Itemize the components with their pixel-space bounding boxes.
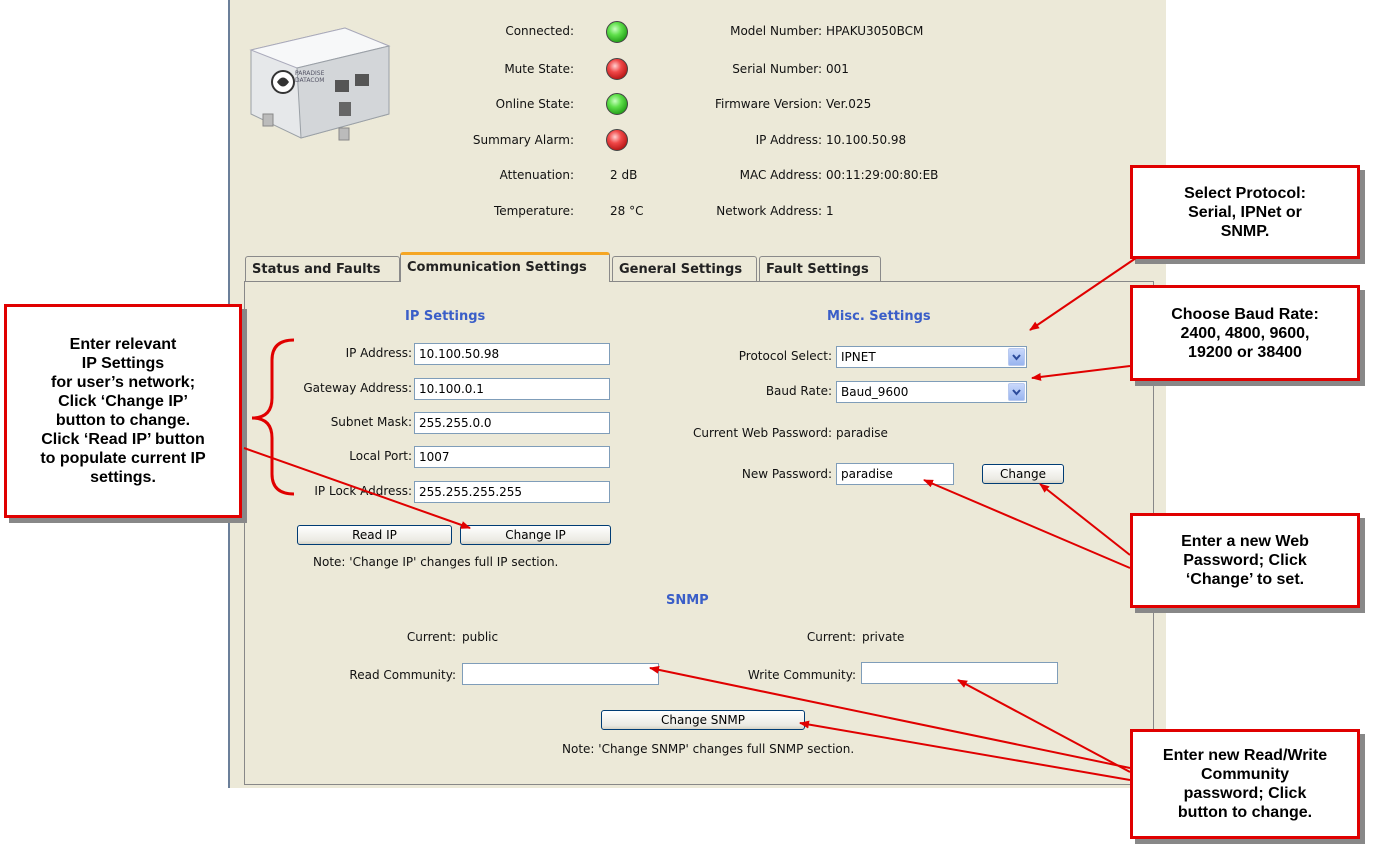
callout-baud-line: 19200 or 38400 xyxy=(1188,343,1302,361)
baud-rate-value: Baud_9600 xyxy=(841,385,909,399)
callout-ip-line: Click ‘Change IP’ xyxy=(58,393,188,410)
mute-state-led-icon xyxy=(606,58,628,80)
summary-alarm-label: Summary Alarm: xyxy=(472,133,574,147)
gateway-address-label: Gateway Address: xyxy=(303,381,412,395)
callout-baud-line: 2400, 4800, 9600, xyxy=(1180,324,1310,342)
attenuation-label: Attenuation: xyxy=(499,168,574,182)
callout-protocol-line: SNMP. xyxy=(1220,222,1270,240)
protocol-select-value: IPNET xyxy=(841,350,876,364)
mac-address-value: 00:11:29:00:80:EB xyxy=(826,168,939,182)
callout-ip-line: Click ‘Read IP’ button xyxy=(41,431,205,448)
serial-number-label: Serial Number: xyxy=(732,62,822,76)
baud-rate-label: Baud Rate: xyxy=(765,384,832,398)
subnet-mask-label: Subnet Mask: xyxy=(330,415,412,429)
read-ip-button[interactable]: Read IP xyxy=(297,525,452,545)
misc-settings-title: Misc. Settings xyxy=(827,309,931,324)
tab-communication-settings[interactable]: Communication Settings xyxy=(400,252,610,282)
write-community-input[interactable] xyxy=(861,662,1058,684)
temperature-label: Temperature: xyxy=(493,204,574,218)
callout-protocol: Select Protocol: Serial, IPNet or SNMP. xyxy=(1130,165,1360,259)
snmp-title: SNMP xyxy=(666,593,709,608)
change-ip-button[interactable]: Change IP xyxy=(460,525,611,545)
local-port-label: Local Port: xyxy=(349,449,412,463)
subnet-mask-input[interactable]: 255.255.0.0 xyxy=(414,412,610,434)
write-current-label: Current: xyxy=(806,630,856,644)
callout-password-line: ‘Change’ to set. xyxy=(1185,571,1305,588)
ip-lock-address-input[interactable]: 255.255.255.255 xyxy=(414,481,610,503)
device-image: PARADISE DATACOM xyxy=(243,10,403,150)
callout-snmp-line: password; Click xyxy=(1183,785,1307,802)
connected-label: Connected: xyxy=(505,24,574,38)
change-password-button[interactable]: Change xyxy=(982,464,1064,484)
device-logo-text: PARADISE DATACOM xyxy=(295,70,325,84)
ip-address-info-value: 10.100.50.98 xyxy=(826,133,907,147)
local-port-input[interactable]: 1007 xyxy=(414,446,610,468)
summary-alarm-led-icon xyxy=(606,129,628,151)
callout-ip-line: IP Settings xyxy=(81,355,165,372)
callout-password-line: Enter a new Web xyxy=(1181,533,1309,550)
callout-ip-line: to populate current IP xyxy=(40,450,206,467)
callout-ip-line: button to change. xyxy=(55,412,191,429)
ip-address-info-label: IP Address: xyxy=(755,133,822,147)
network-address-label: Network Address: xyxy=(716,204,822,218)
callout-snmp-line: Enter new Read/Write xyxy=(1162,747,1328,764)
write-community-label: Write Community: xyxy=(747,668,856,682)
new-password-label: New Password: xyxy=(741,467,832,481)
write-current-value: private xyxy=(862,630,905,644)
callout-baud-rate: Choose Baud Rate: 2400, 4800, 9600, 1920… xyxy=(1130,285,1360,381)
callout-baud-line: Choose Baud Rate: xyxy=(1171,305,1319,323)
model-number-value: HPAKU3050BCM xyxy=(826,24,924,38)
read-current-label: Current: xyxy=(406,630,456,644)
firmware-version-value: Ver.025 xyxy=(826,97,872,111)
chevron-down-icon[interactable] xyxy=(1008,383,1025,401)
chevron-down-icon[interactable] xyxy=(1008,348,1025,366)
callout-ip-line: settings. xyxy=(90,469,156,486)
tab-general-settings[interactable]: General Settings xyxy=(612,256,757,282)
callout-ip-line: Enter relevant xyxy=(69,336,177,353)
callout-password-line: Password; Click xyxy=(1183,552,1307,569)
mac-address-label: MAC Address: xyxy=(739,168,822,182)
protocol-select-dropdown[interactable]: IPNET xyxy=(836,346,1027,368)
change-snmp-note: Note: 'Change SNMP' changes full SNMP se… xyxy=(562,742,855,756)
online-state-label: Online State: xyxy=(495,97,574,111)
callout-snmp-line: button to change. xyxy=(1177,804,1313,821)
ip-address-label: IP Address: xyxy=(345,346,412,360)
temperature-value: 28 °C xyxy=(610,204,644,218)
ip-lock-address-label: IP Lock Address: xyxy=(314,484,412,498)
current-web-password-label: Current Web Password: xyxy=(693,426,832,440)
baud-rate-dropdown[interactable]: Baud_9600 xyxy=(836,381,1027,403)
online-state-led-icon xyxy=(606,93,628,115)
callout-snmp-community: Enter new Read/Write Community password;… xyxy=(1130,729,1360,839)
attenuation-value: 2 dB xyxy=(610,168,638,182)
read-community-input[interactable] xyxy=(462,663,659,685)
callout-snmp-line: Community xyxy=(1201,766,1289,783)
new-password-input[interactable]: paradise xyxy=(836,463,954,485)
current-web-password-value: paradise xyxy=(836,426,888,440)
gateway-address-input[interactable]: 10.100.0.1 xyxy=(414,378,610,400)
callout-protocol-line: Select Protocol: xyxy=(1184,184,1306,202)
read-community-label: Read Community: xyxy=(349,668,456,682)
mute-state-label: Mute State: xyxy=(504,62,574,76)
change-ip-note: Note: 'Change IP' changes full IP sectio… xyxy=(313,555,559,569)
connected-led-icon xyxy=(606,21,628,43)
read-current-value: public xyxy=(462,630,499,644)
tab-fault-settings[interactable]: Fault Settings xyxy=(759,256,881,282)
protocol-select-label: Protocol Select: xyxy=(738,349,832,363)
firmware-version-label: Firmware Version: xyxy=(715,97,822,111)
callout-ip-settings: Enter relevant IP Settings for user’s ne… xyxy=(4,304,242,518)
serial-number-value: 001 xyxy=(826,62,849,76)
tab-status-and-faults[interactable]: Status and Faults xyxy=(245,256,400,282)
change-snmp-button[interactable]: Change SNMP xyxy=(601,710,805,730)
callout-ip-line: for user’s network; xyxy=(50,374,196,391)
ip-settings-title: IP Settings xyxy=(405,309,486,324)
network-address-value: 1 xyxy=(826,204,834,218)
callout-protocol-line: Serial, IPNet or xyxy=(1188,203,1302,221)
model-number-label: Model Number: xyxy=(730,24,822,38)
ip-address-input[interactable]: 10.100.50.98 xyxy=(414,343,610,365)
callout-web-password: Enter a new Web Password; Click ‘Change’… xyxy=(1130,513,1360,608)
